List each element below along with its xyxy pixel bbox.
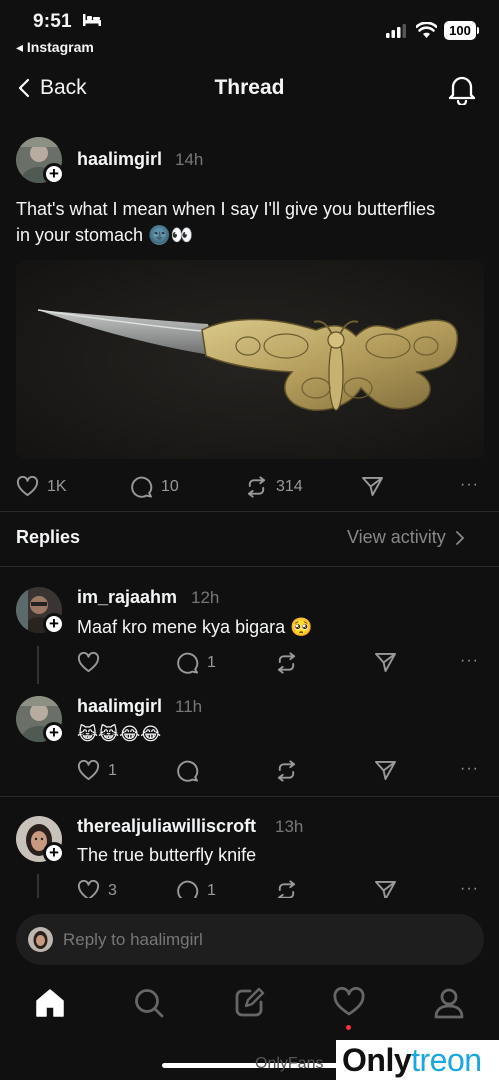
- heart-icon: [77, 652, 100, 673]
- divider: [0, 796, 499, 797]
- reply-placeholder: Reply to haalimgirl: [63, 929, 203, 949]
- watermark: Only treon: [336, 1040, 499, 1080]
- post-username[interactable]: haalimgirl: [77, 149, 162, 170]
- reply-time: 12h: [191, 588, 220, 607]
- signal-icon: [386, 24, 406, 38]
- comment-icon: [176, 652, 199, 674]
- follow-plus-icon[interactable]: +: [43, 163, 65, 185]
- share-icon[interactable]: [361, 476, 384, 497]
- notification-dot: [346, 1025, 351, 1030]
- reply-avatar: [28, 927, 53, 952]
- reply-input[interactable]: Reply to haalimgirl: [16, 914, 484, 965]
- like-count: 1K: [47, 477, 67, 495]
- heart-icon: [77, 760, 100, 781]
- chevron-right-icon: [455, 530, 464, 545]
- heart-icon: [16, 476, 39, 497]
- like-button[interactable]: 1: [77, 760, 117, 781]
- activity-icon[interactable]: [333, 987, 365, 1017]
- reply-time: 13h: [275, 817, 304, 836]
- reply-text: The true butterfly knife: [77, 845, 257, 865]
- view-activity-label: View activity: [347, 527, 446, 547]
- post-time: 14h: [175, 150, 204, 169]
- watermark-part-2: treon: [411, 1041, 482, 1078]
- view-activity-link[interactable]: View activity: [347, 527, 464, 548]
- more-icon[interactable]: ···: [460, 652, 479, 670]
- back-button[interactable]: Back: [18, 76, 87, 100]
- share-icon[interactable]: [374, 760, 397, 781]
- comment-count: 10: [161, 478, 179, 495]
- thread-line: [37, 874, 39, 898]
- post-text-line-2: in your stomach 🌚👀: [16, 225, 193, 245]
- like-count: 3: [108, 881, 117, 899]
- profile-icon[interactable]: [433, 987, 465, 1019]
- reply-username[interactable]: haalimgirl: [77, 696, 162, 717]
- bed-icon: [83, 14, 101, 26]
- reply-time: 11h: [175, 697, 203, 716]
- more-icon[interactable]: ···: [460, 880, 479, 898]
- status-time: 9:51: [33, 11, 72, 32]
- repost-button[interactable]: 314: [245, 476, 303, 498]
- post-image[interactable]: [16, 260, 484, 459]
- wifi-icon: [416, 22, 437, 38]
- post-text: That's what I mean when I say I'll give …: [16, 196, 486, 248]
- repost-count: 314: [276, 478, 303, 495]
- back-to-instagram[interactable]: ◂ Instagram: [16, 39, 94, 56]
- reply-text: Maaf kro mene kya bigara 🥺: [77, 617, 313, 637]
- more-icon[interactable]: ···: [460, 476, 479, 494]
- follow-plus-icon[interactable]: +: [43, 722, 65, 744]
- battery-tip: [477, 27, 479, 34]
- reply-username[interactable]: therealjuliawilliscroft: [77, 816, 256, 837]
- repost-icon[interactable]: [275, 652, 298, 674]
- repost-icon: [245, 476, 268, 498]
- more-icon[interactable]: ···: [460, 760, 479, 778]
- reply-username[interactable]: im_rajaahm: [77, 587, 177, 608]
- repost-icon[interactable]: [275, 760, 298, 782]
- back-chevron-icon: [18, 78, 30, 98]
- divider: [0, 511, 499, 512]
- watermark-part-1: Only: [342, 1041, 412, 1078]
- watermark-faint: OnlyFans: [255, 1055, 324, 1072]
- follow-plus-icon[interactable]: +: [43, 613, 65, 635]
- comment-button[interactable]: 10: [130, 476, 179, 498]
- like-button[interactable]: [77, 652, 108, 673]
- back-label: Back: [40, 76, 87, 99]
- thread-line: [37, 646, 39, 684]
- like-button[interactable]: 1K: [16, 476, 67, 497]
- compose-icon[interactable]: [233, 987, 265, 1019]
- home-icon[interactable]: [34, 987, 66, 1019]
- share-icon[interactable]: [374, 652, 397, 673]
- comment-count: 1: [207, 654, 216, 671]
- replies-heading: Replies: [16, 527, 81, 547]
- comment-icon: [130, 476, 153, 498]
- comment-button[interactable]: [176, 760, 207, 782]
- search-icon[interactable]: [133, 987, 165, 1019]
- comment-button[interactable]: 1: [176, 652, 216, 674]
- reply-text: 😹😹😂😂: [77, 724, 162, 744]
- like-count: 1: [108, 761, 117, 779]
- post-text-line-1: That's what I mean when I say I'll give …: [16, 199, 436, 219]
- bell-icon[interactable]: [447, 73, 477, 105]
- follow-plus-icon[interactable]: +: [43, 842, 65, 864]
- divider: [0, 566, 499, 567]
- battery-icon: 100: [444, 21, 476, 40]
- comment-icon: [176, 760, 199, 782]
